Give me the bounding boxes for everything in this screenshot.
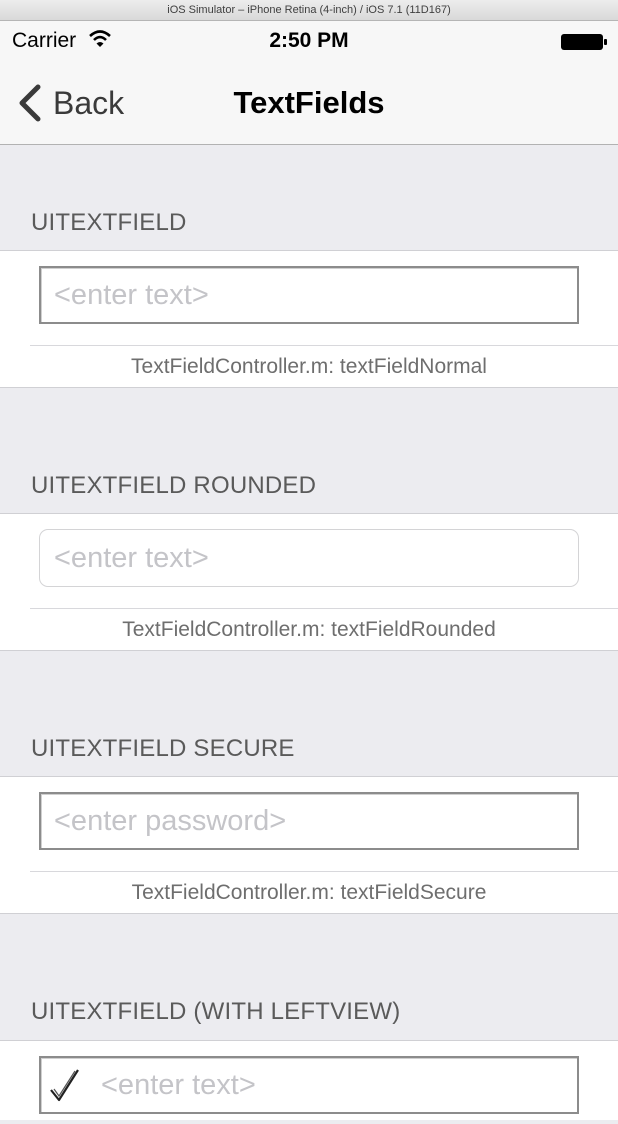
source-caption: TextFieldController.m: textFieldNormal <box>131 355 487 378</box>
status-bar: Carrier 2:50 PM <box>0 21 618 61</box>
simulator-window-title: iOS Simulator – iPhone Retina (4-inch) /… <box>0 0 618 21</box>
text-field-normal[interactable]: <enter text> <box>39 266 579 324</box>
text-field-rounded[interactable]: <enter text> <box>39 529 579 587</box>
section-cell-uitextfield: <enter text> TextFieldController.m: text… <box>0 250 618 388</box>
section-header-uitextfield-secure: UITEXTFIELD SECURE <box>31 735 295 762</box>
clock-label: 2:50 PM <box>269 29 349 52</box>
page-title: TextFields <box>233 85 385 120</box>
text-field-leftview[interactable]: <enter text> <box>39 1056 579 1114</box>
section-header-uitextfield-rounded: UITEXTFIELD ROUNDED <box>31 472 317 499</box>
section-cell-uitextfield-leftview: <enter text> <box>0 1040 618 1120</box>
cell-divider <box>30 345 618 346</box>
section-header-uitextfield-leftview: UITEXTFIELD (WITH LEFTVIEW) <box>31 998 401 1025</box>
section-header-uitextfield: UITEXTFIELD <box>31 209 187 236</box>
navigation-bar: Back TextFields <box>0 61 618 145</box>
source-caption: TextFieldController.m: textFieldSecure <box>131 881 487 904</box>
section-cell-uitextfield-secure: <enter password> TextFieldController.m: … <box>0 776 618 914</box>
checkmark-icon <box>45 1066 85 1124</box>
battery-icon <box>560 33 608 56</box>
cell-divider <box>30 608 618 609</box>
leftview-placeholder: <enter text> <box>101 1069 256 1101</box>
source-caption: TextFieldController.m: textFieldRounded <box>122 618 496 641</box>
section-cell-uitextfield-rounded: <enter text> TextFieldController.m: text… <box>0 513 618 651</box>
cell-divider <box>30 871 618 872</box>
text-field-secure[interactable]: <enter password> <box>39 792 579 850</box>
